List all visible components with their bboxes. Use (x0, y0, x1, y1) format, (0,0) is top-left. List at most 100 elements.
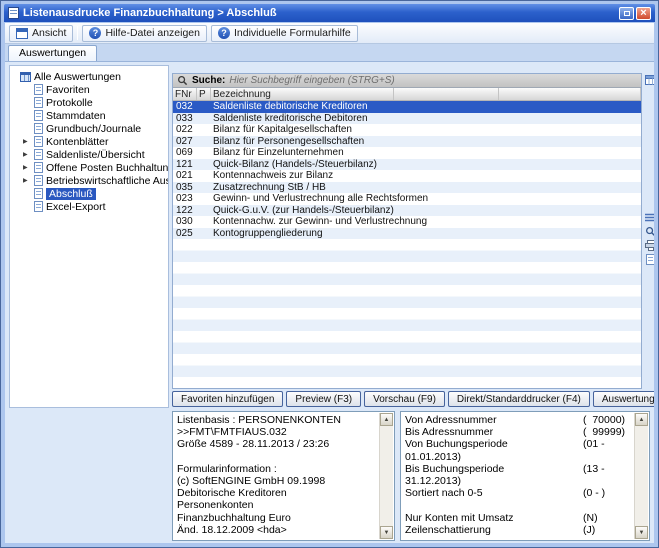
document-icon (646, 254, 654, 265)
close-button[interactable]: × (636, 7, 651, 20)
tree-item-label: Protokolle (46, 97, 93, 109)
table-header: FNr P Bezeichnung (173, 88, 641, 101)
vorschau-f9-button[interactable]: Vorschau (F9) (364, 391, 445, 407)
row-p (197, 147, 211, 159)
tab-auswertungen[interactable]: Auswertungen (8, 45, 97, 61)
table-row[interactable]: 030Kontennachw. zur Gewinn- und Verlustr… (173, 216, 641, 228)
tree-item-excel-export[interactable]: Excel-Export (10, 200, 168, 213)
row-fnr: 023 (173, 193, 197, 205)
parameters-panel: Von Adressnummer( 70000) Bis Adressnumme… (400, 411, 650, 541)
window-title: Listenausdrucke Finanzbuchhaltung > Absc… (23, 7, 615, 19)
table-row[interactable]: 025Kontogruppengliederung (173, 228, 641, 240)
info-line: Von Buchungsperiode(01 - (405, 438, 634, 450)
tree-item-abschluss[interactable]: Abschluß (10, 187, 168, 200)
tree-item-grundbuch-journale[interactable]: Grundbuch/Journale (10, 122, 168, 135)
row-bezeichnung: Gewinn- und Verlustrechnung alle Rechtsf… (211, 193, 641, 205)
column-header-bezeichnung[interactable]: Bezeichnung (211, 88, 394, 100)
column-header-empty[interactable] (394, 88, 499, 100)
document-icon (34, 175, 43, 186)
ansicht-button[interactable]: Ansicht (9, 25, 73, 42)
table-row[interactable]: 033Saldenliste kreditorische Debitoren (173, 113, 641, 125)
column-header-empty[interactable] (499, 88, 641, 100)
table-row[interactable]: 035Zusatzrechnung StB / HB (173, 182, 641, 194)
tree-item-label: Grundbuch/Journale (46, 123, 141, 135)
view-icon (16, 28, 28, 39)
scrollbar[interactable]: ▲ ▼ (379, 413, 393, 539)
tree-item-label: Offene Posten Buchhaltung (46, 162, 169, 174)
document-icon (34, 123, 43, 134)
row-p (197, 193, 211, 205)
scrollbar[interactable]: ▲ ▼ (634, 413, 648, 539)
tree-item-label: Betriebswirtschaftliche Auswertungen (46, 175, 169, 187)
search-label: Suche: (192, 75, 225, 86)
table-icon[interactable] (644, 73, 654, 86)
column-header-p[interactable]: P (197, 88, 211, 100)
table-row[interactable]: 021Kontennachweis zur Bilanz (173, 170, 641, 182)
row-bezeichnung: Bilanz für Personengesellschaften (211, 136, 641, 148)
list-icon[interactable] (644, 211, 654, 224)
scroll-up-icon[interactable]: ▲ (380, 413, 393, 426)
info-line: Listenbasis : PERSONENKONTEN (177, 414, 379, 426)
row-bezeichnung: Kontennachw. zur Gewinn- und Verlustrech… (211, 216, 641, 228)
expand-icon[interactable]: ▶ (23, 138, 28, 145)
tree-item-offene-posten-buchhaltung[interactable]: ▶ Offene Posten Buchhaltung (10, 161, 168, 174)
row-fnr: 027 (173, 136, 197, 148)
info-line: Finanzbuchhaltung Euro (177, 512, 379, 524)
tree-item-favoriten[interactable]: Favoriten (10, 83, 168, 96)
row-bezeichnung: Bilanz für Kapitalgesellschaften (211, 124, 641, 136)
row-bezeichnung: Saldenliste kreditorische Debitoren (211, 113, 641, 125)
table-row[interactable]: 069Bilanz für Einzelunternehmen (173, 147, 641, 159)
side-icon-strip (644, 73, 654, 389)
tree-item-kontenblaetter[interactable]: ▶ Kontenblätter (10, 135, 168, 148)
restore-icon (624, 11, 630, 16)
row-fnr: 032 (173, 101, 197, 113)
search-placeholder: Hier Suchbegriff eingeben (STRG+S) (229, 75, 394, 86)
tree-item-betriebswirtschaftliche-auswertungen[interactable]: ▶ Betriebswirtschaftliche Auswertungen (10, 174, 168, 187)
tree-item-saldenliste-uebersicht[interactable]: ▶ Saldenliste/Übersicht (10, 148, 168, 161)
document-icon (34, 149, 43, 160)
table-row[interactable]: 121Quick-Bilanz (Handels-/Steuerbilanz) (173, 159, 641, 171)
hilfe-datei-anzeigen-button[interactable]: ? Hilfe-Datei anzeigen (82, 25, 207, 42)
folder-icon (20, 72, 31, 82)
table-row[interactable]: 022Bilanz für Kapitalgesellschaften (173, 124, 641, 136)
zoom-icon[interactable] (644, 225, 654, 238)
empty-rows-area (173, 239, 641, 388)
table-row[interactable]: 023 Gewinn- und Verlustrechnung alle Rech… (173, 193, 641, 205)
document-icon (34, 188, 43, 199)
individuelle-formularhilfe-button[interactable]: ? Individuelle Formularhilfe (211, 25, 358, 42)
search-bar[interactable]: Suche: Hier Suchbegriff eingeben (STRG+S… (173, 74, 641, 88)
direkt-standarddrucker-f4-button[interactable]: Direkt/Standarddrucker (F4) (448, 391, 590, 407)
row-p (197, 136, 211, 148)
expand-icon[interactable]: ▶ (23, 164, 28, 171)
tree-item-label-selected: Abschluß (46, 188, 96, 200)
tree-item-stammdaten[interactable]: Stammdaten (10, 109, 168, 122)
preview-f3-button[interactable]: Preview (F3) (286, 391, 361, 407)
column-header-fnr[interactable]: FNr (173, 88, 197, 100)
expand-icon[interactable]: ▶ (23, 151, 28, 158)
table-row[interactable]: 122Quick-G.u.V. (zur Handels-/Steuerbila… (173, 205, 641, 217)
scroll-up-icon[interactable]: ▲ (635, 413, 648, 426)
action-button-row: Favoriten hinzufügen Preview (F3) Vorsch… (172, 391, 654, 407)
tree-item-alle-auswertungen[interactable]: Alle Auswertungen (10, 70, 168, 83)
toolbar-button-label: Ansicht (32, 27, 66, 39)
document-icon[interactable] (644, 253, 654, 266)
auswertung-drucken-button[interactable]: Auswertung drucken (593, 391, 654, 407)
table-row[interactable]: 027 Bilanz für Personengesellschaften (173, 136, 641, 148)
info-line: 31.12.2013) (405, 475, 634, 487)
tree-item-protokolle[interactable]: Protokolle (10, 96, 168, 109)
print-icon[interactable] (644, 239, 654, 252)
info-line: 01.01.2013) (405, 451, 634, 463)
add-favorites-button[interactable]: Favoriten hinzufügen (172, 391, 283, 407)
scroll-down-icon[interactable]: ▼ (380, 526, 393, 539)
info-line: (c) SoftENGINE GmbH 09.1998 (177, 475, 379, 487)
report-list-panel: Suche: Hier Suchbegriff eingeben (STRG+S… (172, 73, 642, 389)
scroll-down-icon[interactable]: ▼ (635, 526, 648, 539)
info-line: Formularinformation : (177, 463, 379, 475)
restore-button[interactable] (619, 7, 634, 20)
form-info-panel: Listenbasis : PERSONENKONTEN >>FMT\FMTFI… (172, 411, 395, 541)
table-row-selected[interactable]: 032Saldenliste debitorische Kreditoren (173, 101, 641, 113)
expand-icon[interactable]: ▶ (23, 177, 28, 184)
row-bezeichnung: Kontennachweis zur Bilanz (211, 170, 641, 182)
document-icon (34, 201, 43, 212)
row-fnr: 069 (173, 147, 197, 159)
